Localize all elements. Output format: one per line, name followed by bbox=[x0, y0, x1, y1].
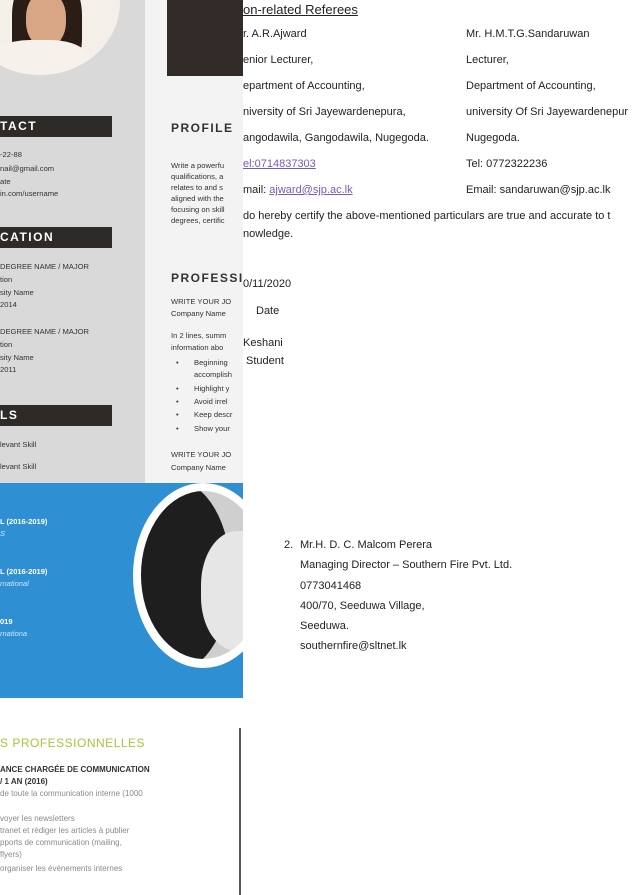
job-line: organiser les événements internes bbox=[0, 864, 123, 873]
education-line: tion bbox=[0, 340, 13, 349]
referees-document: on-related Referees r. A.R.Ajward enior … bbox=[243, 0, 640, 483]
referee1-department: epartment of Accounting, bbox=[243, 80, 365, 92]
portrait-photo bbox=[141, 491, 243, 659]
professional-line: In 2 lines, summ bbox=[171, 331, 227, 340]
experience-sub: rnationa bbox=[0, 629, 28, 638]
professional-line: WRITE YOUR JO bbox=[171, 450, 232, 459]
date-label: Date bbox=[256, 305, 280, 317]
referee-phone: 0773041468 bbox=[300, 580, 362, 592]
bullet-item: Highlight y bbox=[171, 384, 229, 393]
contact-line: ate bbox=[0, 177, 11, 186]
referee2-email: Email: sandaruwan@sjp.ac.lk bbox=[466, 184, 611, 196]
referee-number: 2. bbox=[284, 539, 294, 551]
referee2-department: Department of Accounting, bbox=[466, 80, 596, 92]
contact-line: nail@gmail.com bbox=[0, 164, 55, 173]
education-line: tion bbox=[0, 275, 13, 284]
referee-email: southernfire@sltnet.lk bbox=[300, 640, 407, 652]
bullet-continuation: accomplish bbox=[194, 370, 232, 379]
referee2-tel: Tel: 0772322236 bbox=[466, 158, 548, 170]
resume-thumbnail-blue: L (2016-2019) S L (2016-2019) rnational … bbox=[0, 483, 243, 698]
referee1-name: r. A.R.Ajward bbox=[243, 28, 307, 40]
header-block bbox=[167, 0, 243, 76]
referee2-title: Lecturer, bbox=[466, 54, 509, 66]
profile-line: qualifications, a bbox=[171, 172, 224, 181]
education-line: sity Name bbox=[0, 288, 34, 297]
job-line: de toute la communication interne (1000 bbox=[0, 789, 143, 798]
referee-city: Seeduwa. bbox=[300, 620, 349, 632]
certification-text-cont: nowledge. bbox=[243, 228, 294, 240]
bullet-item: Keep descr bbox=[171, 410, 232, 419]
education-line: 2014 bbox=[0, 300, 17, 309]
referee1-university: niversity of Sri Jayewardenepura, bbox=[243, 106, 406, 118]
referee2-address: Nugegoda. bbox=[466, 132, 520, 144]
experience-sub: S bbox=[0, 529, 6, 538]
skills-heading: LS bbox=[0, 405, 112, 426]
referee1-email: mail: ajward@sjp.ac.lk bbox=[243, 184, 353, 197]
referee1-title: enior Lecturer, bbox=[243, 54, 314, 66]
professional-line: WRITE YOUR JO bbox=[171, 297, 232, 306]
section-title: S PROFESSIONNELLES bbox=[0, 736, 146, 750]
job-duration: / 1 AN (2016) bbox=[0, 777, 48, 786]
referee1-address: angodawila, Gangodawila, Nugegoda. bbox=[243, 132, 429, 144]
referee1-tel-link[interactable]: el:0714837303 bbox=[243, 158, 316, 170]
resume-thumbnail-gray: TACT -22-88 nail@gmail.com ate in.com/us… bbox=[0, 0, 243, 483]
resume-thumbnail-french: S PROFESSIONNELLES ANCE CHARGÉE DE COMMU… bbox=[0, 698, 243, 895]
profile-line: Write a powerfu bbox=[171, 161, 225, 170]
profile-line: aligned with the bbox=[171, 194, 224, 203]
referees-heading: on-related Referees bbox=[243, 2, 358, 17]
referee-name: Mr.H. D. C. Malcom Perera bbox=[300, 539, 433, 551]
signature-label: Student bbox=[246, 355, 284, 367]
contact-line: in.com/username bbox=[0, 189, 59, 198]
bullet-item: Beginning bbox=[171, 358, 228, 367]
job-line: flyers) bbox=[0, 850, 22, 859]
contact-heading: TACT bbox=[0, 116, 112, 137]
profile-line: relates to and s bbox=[171, 183, 223, 192]
bullet-item: Show your bbox=[171, 424, 230, 433]
profile-heading: PROFILE bbox=[171, 121, 234, 135]
job-line: pports de communication (mailing, bbox=[0, 838, 122, 847]
contact-line: -22-88 bbox=[0, 150, 22, 159]
skill-line: levant Skill bbox=[0, 462, 37, 471]
additional-referee: 2. Mr.H. D. C. Malcom Perera Managing Di… bbox=[243, 483, 640, 895]
job-line: tranet et rédiger les articles à publier bbox=[0, 826, 130, 835]
referee1-email-label: mail: bbox=[243, 184, 270, 196]
experience-title: L (2016-2019) bbox=[0, 567, 48, 576]
profile-line: degrees, certific bbox=[171, 216, 225, 225]
experience-sub: rnational bbox=[0, 579, 29, 588]
certification-text: do hereby certify the above-mentioned pa… bbox=[243, 210, 611, 222]
education-line: DEGREE NAME / MAJOR bbox=[0, 262, 90, 271]
referee2-name: Mr. H.M.T.G.Sandaruwan bbox=[466, 28, 590, 40]
signature-name: Keshani bbox=[243, 337, 283, 349]
profile-line: focusing on skill bbox=[171, 205, 225, 214]
job-line: voyer les newsletters bbox=[0, 814, 75, 823]
education-line: 2011 bbox=[0, 365, 17, 374]
skill-line: levant Skill bbox=[0, 440, 37, 449]
education-line: sity Name bbox=[0, 353, 34, 362]
date-value: 0/11/2020 bbox=[243, 278, 292, 290]
education-heading: CATION bbox=[0, 227, 112, 248]
professional-line: information abo bbox=[171, 343, 224, 352]
experience-title: 019 bbox=[0, 617, 13, 626]
professional-line: Company Name bbox=[171, 463, 226, 472]
referee1-tel: el:0714837303 bbox=[243, 158, 316, 171]
job-title: ANCE CHARGÉE DE COMMUNICATION bbox=[0, 765, 150, 774]
referee2-university: university Of Sri Jayewardenepur bbox=[466, 106, 629, 118]
referee1-email-link[interactable]: ajward@sjp.ac.lk bbox=[269, 184, 352, 196]
referee-address: 400/70, Seeduwa Village, bbox=[300, 600, 425, 612]
professional-heading: PROFESSI bbox=[171, 271, 243, 285]
experience-title: L (2016-2019) bbox=[0, 517, 48, 526]
referee-title: Managing Director – Southern Fire Pvt. L… bbox=[300, 559, 513, 571]
professional-line: Company Name bbox=[171, 309, 226, 318]
bullet-item: Avoid irrel bbox=[171, 397, 228, 406]
education-line: DEGREE NAME / MAJOR bbox=[0, 327, 90, 336]
divider bbox=[239, 728, 241, 895]
